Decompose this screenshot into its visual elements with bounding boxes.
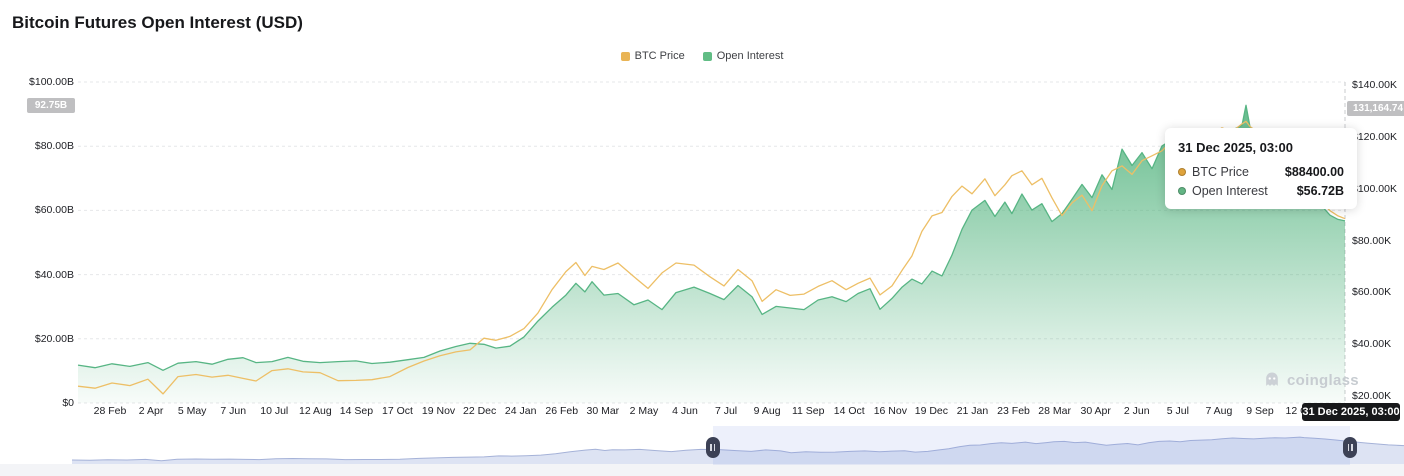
x-tick-label: 21 Jan bbox=[956, 405, 989, 417]
x-tick-label: 28 Mar bbox=[1038, 405, 1071, 417]
right-y-tick-label: $40.00K bbox=[1352, 338, 1392, 351]
x-tick-label: 28 Feb bbox=[93, 405, 127, 417]
x-tick-label: 11 Sep bbox=[791, 405, 825, 417]
bottom-strip bbox=[0, 464, 1404, 476]
x-tick-label: 23 Feb bbox=[997, 405, 1030, 417]
navigator-right-handle[interactable] bbox=[1343, 437, 1358, 458]
legend-label: BTC Price bbox=[634, 50, 685, 62]
legend-item-btc-price[interactable]: BTC Price bbox=[620, 50, 685, 62]
tooltip-label: Open Interest bbox=[1192, 184, 1268, 198]
navigator-left-handle[interactable] bbox=[705, 437, 720, 458]
right-y-axis: $140.00K $120.00K $100.00K $80.00K $60.00K $4… bbox=[1352, 0, 1404, 420]
chart-legend: BTC Price Open Interest bbox=[0, 50, 1404, 62]
x-tick-label: 7 Jul bbox=[714, 405, 738, 417]
x-tick-label: 7 Jun bbox=[220, 405, 247, 417]
tooltip-row-btc-price: BTC Price $88400.00 bbox=[1178, 165, 1344, 179]
x-tick-label: 14 Oct bbox=[833, 405, 865, 417]
btc-price-swatch-icon bbox=[620, 51, 630, 61]
open-interest-area bbox=[78, 105, 1345, 404]
x-tick-label: 24 Jan bbox=[504, 405, 537, 417]
left-y-axis: $100.00B $80.00B $60.00B $40.00B $20.00B $0 bbox=[8, 0, 74, 420]
x-tick-label: 7 Aug bbox=[1205, 405, 1233, 417]
open-interest-dot-icon bbox=[1178, 187, 1186, 195]
right-y-tick-label: $80.00K bbox=[1352, 234, 1392, 247]
x-tick-label: 30 Apr bbox=[1080, 405, 1111, 417]
x-tick-label: 16 Nov bbox=[873, 405, 907, 417]
right-y-tick-label: $100.00K bbox=[1352, 182, 1397, 195]
btc-price-dot-icon bbox=[1178, 168, 1186, 176]
right-y-tick-label: $140.00K bbox=[1352, 79, 1397, 91]
right-y-tick-label: $60.00K bbox=[1352, 286, 1392, 299]
x-tick-label: 9 Aug bbox=[753, 405, 781, 417]
legend-item-open-interest[interactable]: Open Interest bbox=[702, 50, 784, 62]
x-tick-label: 22 Dec bbox=[462, 405, 497, 417]
tooltip-date: 31 Dec 2025, 03:00 bbox=[1178, 140, 1293, 155]
x-tick-label: 2 Apr bbox=[138, 405, 164, 417]
tooltip-row-open-interest: Open Interest $56.72B bbox=[1178, 184, 1344, 198]
coinglass-logo-icon bbox=[1266, 372, 1278, 386]
watermark-text: coinglass bbox=[1287, 371, 1359, 389]
x-tick-label: 2 Jun bbox=[1123, 405, 1150, 417]
x-tick-label: 5 May bbox=[177, 405, 207, 417]
left-y-tick-label: $100.00B bbox=[29, 76, 74, 88]
open-interest-line bbox=[77, 104, 1346, 371]
navigator-selected-range[interactable] bbox=[712, 426, 1351, 465]
coinglass-watermark: coinglass bbox=[1262, 370, 1359, 390]
left-y-tick-label: $60.00B bbox=[34, 204, 74, 217]
x-tick-label: 12 Aug bbox=[298, 405, 332, 417]
right-axis-current-value-badge: 131,164.74 bbox=[1347, 100, 1404, 116]
x-tick-label: 17 Oct bbox=[382, 405, 413, 417]
right-y-tick-label: $20.00K bbox=[1352, 390, 1392, 402]
x-tick-label: 9 Sep bbox=[1246, 405, 1274, 417]
left-y-tick-label: $20.00B bbox=[34, 332, 74, 345]
x-tick-label: 19 Dec bbox=[914, 405, 949, 417]
btc-price-line bbox=[77, 120, 1346, 395]
x-tick-label: 4 Jun bbox=[672, 405, 698, 417]
tooltip-value: $56.72B bbox=[1296, 184, 1344, 198]
left-y-tick-label: $80.00B bbox=[34, 140, 74, 153]
x-tick-label: 2 May bbox=[629, 405, 659, 417]
x-tick-label: 10 Jul bbox=[260, 405, 289, 417]
x-tick-label: 26 Feb bbox=[545, 405, 579, 417]
coinglass-chart-page: Bitcoin Futures Open Interest (USD) BTC … bbox=[0, 0, 1404, 476]
open-interest-swatch-icon bbox=[702, 51, 712, 61]
x-tick-label: 14 Sep bbox=[339, 405, 374, 417]
x-axis-crosshair-date-badge: 31 Dec 2025, 03:00 bbox=[1302, 403, 1400, 421]
chart-tooltip: 31 Dec 2025, 03:00 BTC Price $88400.00 O… bbox=[1165, 128, 1357, 209]
left-y-tick-label: $40.00B bbox=[34, 268, 74, 281]
x-tick-label: 5 Jul bbox=[1166, 405, 1189, 417]
legend-label: Open Interest bbox=[716, 50, 784, 62]
x-tick-label: 19 Nov bbox=[421, 405, 456, 417]
right-y-tick-label: $120.00K bbox=[1352, 130, 1397, 143]
left-axis-current-value-badge: 92.75B bbox=[27, 98, 75, 114]
x-axis: 28 Feb 2 Apr 5 May 7 Jun 10 Jul 12 Aug 14 Sep 1… bbox=[0, 405, 1404, 421]
x-tick-label: 30 Mar bbox=[586, 405, 620, 417]
tooltip-value: $88400.00 bbox=[1284, 165, 1344, 179]
tooltip-label: BTC Price bbox=[1192, 165, 1249, 179]
